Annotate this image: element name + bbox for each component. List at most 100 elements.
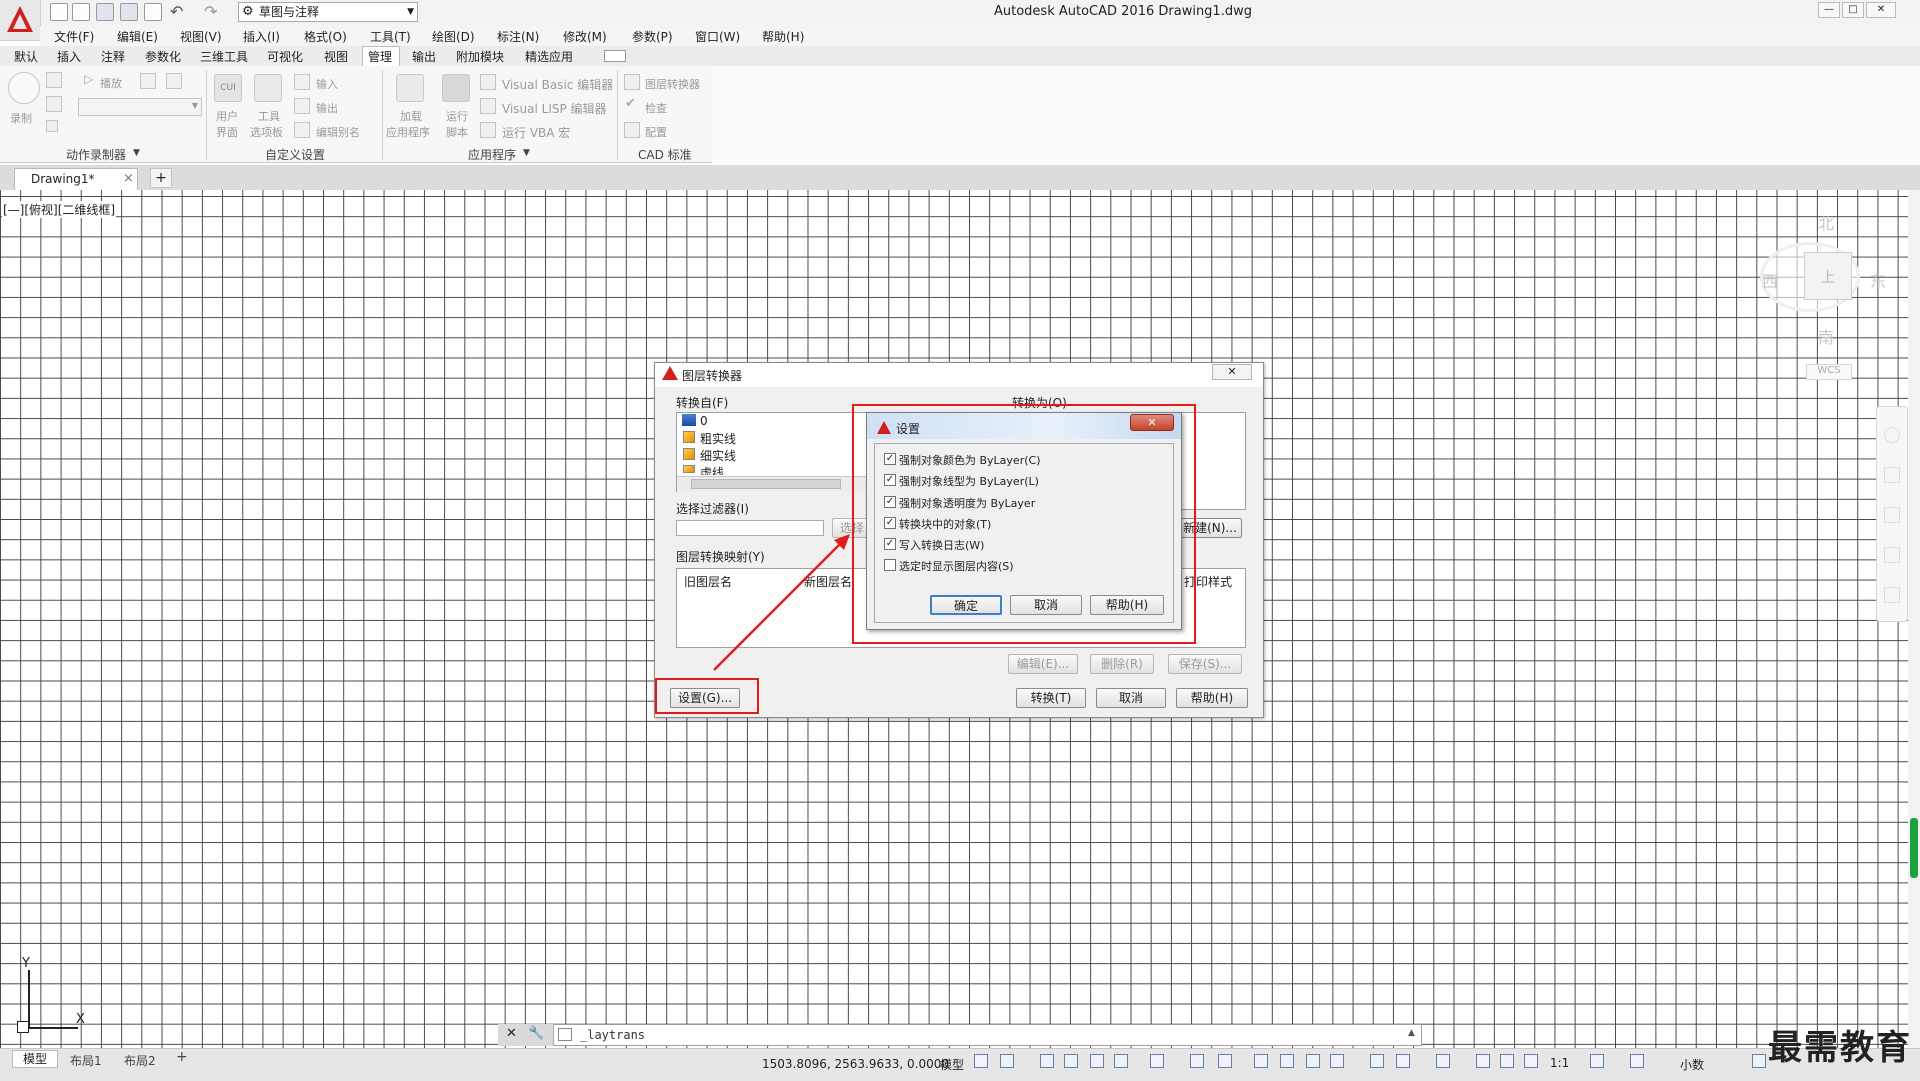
preference-icon[interactable] xyxy=(140,73,156,89)
menu-window[interactable]: 窗口(W) xyxy=(695,28,740,45)
run-vba-icon[interactable] xyxy=(480,122,496,138)
run-script-label-1[interactable]: 运行 xyxy=(446,108,468,124)
workspace-dropdown[interactable]: ⚙ 草图与注释 ▼ xyxy=(238,2,418,22)
gizmo-icon[interactable] xyxy=(1436,1054,1450,1068)
steering-wheel-icon[interactable] xyxy=(1884,427,1900,443)
infer-constraints-icon[interactable] xyxy=(1040,1054,1054,1068)
tool-palettes-label-2[interactable]: 选项板 xyxy=(250,124,283,140)
add-layout-button[interactable]: + xyxy=(176,1049,188,1065)
layout-tab-model[interactable]: 模型 xyxy=(12,1050,58,1068)
export-label[interactable]: 输出 xyxy=(316,100,338,116)
save-as-icon[interactable] xyxy=(120,3,138,21)
polar-tracking-icon[interactable] xyxy=(1114,1054,1128,1068)
compass-south[interactable]: 南 xyxy=(1818,324,1834,348)
lisp-editor-label[interactable]: Visual LISP 编辑器 xyxy=(502,100,607,117)
tab-annotate[interactable]: 注释 xyxy=(101,48,125,65)
orbit-icon[interactable] xyxy=(1884,547,1900,563)
tool-palettes-icon[interactable] xyxy=(254,74,282,102)
tab-default[interactable]: 默认 xyxy=(14,48,38,65)
layer-item[interactable]: 0 xyxy=(700,414,708,428)
configure-label[interactable]: 配置 xyxy=(645,124,667,140)
menu-insert[interactable]: 插入(I) xyxy=(243,28,280,45)
play-icon[interactable]: ▷ xyxy=(84,72,93,86)
user-interface-label-1[interactable]: 用户 xyxy=(216,108,238,124)
compass-north[interactable]: 北 xyxy=(1818,210,1834,234)
selection-cycling-icon[interactable] xyxy=(1306,1054,1320,1068)
load-app-label-1[interactable]: 加载 xyxy=(400,108,422,124)
model-space-toggle[interactable]: 模型 xyxy=(940,1056,964,1073)
close-window-button[interactable]: ✕ xyxy=(1866,2,1896,18)
scroll-thumb[interactable] xyxy=(691,479,841,489)
scroll-thumb[interactable] xyxy=(1910,818,1918,878)
import-icon[interactable] xyxy=(294,74,310,90)
manage-macros-icon[interactable] xyxy=(166,73,182,89)
tool-palettes-label-1[interactable]: 工具 xyxy=(258,108,280,124)
object-snap-icon[interactable] xyxy=(1218,1054,1232,1068)
edit-mapping-button[interactable]: 编辑(E)... xyxy=(1008,654,1078,674)
run-vba-label[interactable]: 运行 VBA 宏 xyxy=(502,124,570,141)
chevron-down-icon[interactable]: ▼ xyxy=(523,148,530,158)
layer-translator-icon[interactable] xyxy=(624,74,640,90)
tab-3d-tools[interactable]: 三维工具 xyxy=(200,48,248,65)
menu-edit[interactable]: 编辑(E) xyxy=(117,28,158,45)
translate-button[interactable]: 转换(T) xyxy=(1016,688,1086,708)
menu-modify[interactable]: 修改(M) xyxy=(563,28,607,45)
tab-visualize[interactable]: 可视化 xyxy=(267,48,303,65)
open-file-icon[interactable] xyxy=(72,3,90,21)
close-dialog-button[interactable]: ✕ xyxy=(1212,364,1252,380)
layer-translator-label[interactable]: 图层转换器 xyxy=(645,76,700,92)
layout-tab-1[interactable]: 布局1 xyxy=(70,1052,102,1069)
maximize-button[interactable]: □ xyxy=(1842,2,1864,18)
tab-parametric[interactable]: 参数化 xyxy=(145,48,181,65)
selection-filter-icon[interactable] xyxy=(1396,1054,1410,1068)
edit-alias-label[interactable]: 编辑别名 xyxy=(316,124,360,140)
cancel-button[interactable]: 取消 xyxy=(1096,688,1166,708)
check-label[interactable]: 检查 xyxy=(645,100,667,116)
visual-lisp-icon[interactable] xyxy=(480,98,496,114)
redo-icon[interactable]: ↷ xyxy=(204,2,217,21)
grid-icon[interactable] xyxy=(974,1054,988,1068)
tab-insert[interactable]: 插入 xyxy=(57,48,81,65)
group-applications[interactable]: 应用程序 xyxy=(468,146,516,163)
edit-alias-icon[interactable] xyxy=(294,122,310,138)
ortho-icon[interactable] xyxy=(1090,1054,1104,1068)
configure-icon[interactable] xyxy=(624,122,640,138)
tab-featured-apps[interactable]: 精选应用 xyxy=(525,48,573,65)
chevron-up-icon[interactable]: ▲ xyxy=(1408,1028,1415,1038)
dynamic-ucs-icon[interactable] xyxy=(1370,1054,1384,1068)
tab-addins[interactable]: 附加模块 xyxy=(456,48,504,65)
3d-osnap-icon[interactable] xyxy=(1330,1054,1344,1068)
user-interface-label-2[interactable]: 界面 xyxy=(216,124,238,140)
viewcube[interactable]: 上 xyxy=(1804,252,1852,300)
new-tab-button[interactable]: + xyxy=(150,168,172,188)
load-app-label-2[interactable]: 应用程序 xyxy=(386,124,430,140)
layer-item[interactable]: 细实线 xyxy=(700,447,736,464)
isometric-icon[interactable] xyxy=(1150,1054,1164,1068)
lineweight-icon[interactable] xyxy=(1254,1054,1268,1068)
annotation-scale-dropdown[interactable]: 1:1 xyxy=(1550,1056,1569,1070)
quick-properties-icon[interactable] xyxy=(1752,1054,1766,1068)
command-prompt-icon[interactable] xyxy=(558,1028,572,1041)
auto-scale-icon[interactable] xyxy=(1500,1054,1514,1068)
visual-basic-icon[interactable] xyxy=(480,74,496,90)
export-icon[interactable] xyxy=(294,98,310,114)
showmotion-icon[interactable] xyxy=(1884,587,1900,603)
menu-help[interactable]: 帮助(H) xyxy=(762,28,804,45)
save-icon[interactable] xyxy=(96,3,114,21)
load-application-icon[interactable] xyxy=(396,74,424,102)
tab-manage[interactable]: 管理 xyxy=(368,48,392,65)
menu-format[interactable]: 格式(O) xyxy=(304,28,347,45)
record-button-label[interactable]: 录制 xyxy=(10,110,32,126)
menu-file[interactable]: 文件(F) xyxy=(54,28,94,45)
tab-output[interactable]: 输出 xyxy=(412,48,436,65)
compass-west[interactable]: 西 xyxy=(1762,268,1778,292)
check-icon[interactable]: ✔ xyxy=(625,96,636,111)
vb-editor-label[interactable]: Visual Basic 编辑器 xyxy=(502,76,613,93)
undo-icon[interactable]: ↶ xyxy=(170,2,183,21)
annotation-visibility-icon[interactable] xyxy=(1476,1054,1490,1068)
run-script-label-2[interactable]: 脚本 xyxy=(446,124,468,140)
layer-item[interactable]: 粗实线 xyxy=(700,430,736,447)
document-tab-drawing1[interactable]: Drawing1* × xyxy=(14,168,138,190)
workspace-switching-icon[interactable] xyxy=(1590,1054,1604,1068)
chevron-down-icon[interactable]: ▼ xyxy=(133,148,140,158)
